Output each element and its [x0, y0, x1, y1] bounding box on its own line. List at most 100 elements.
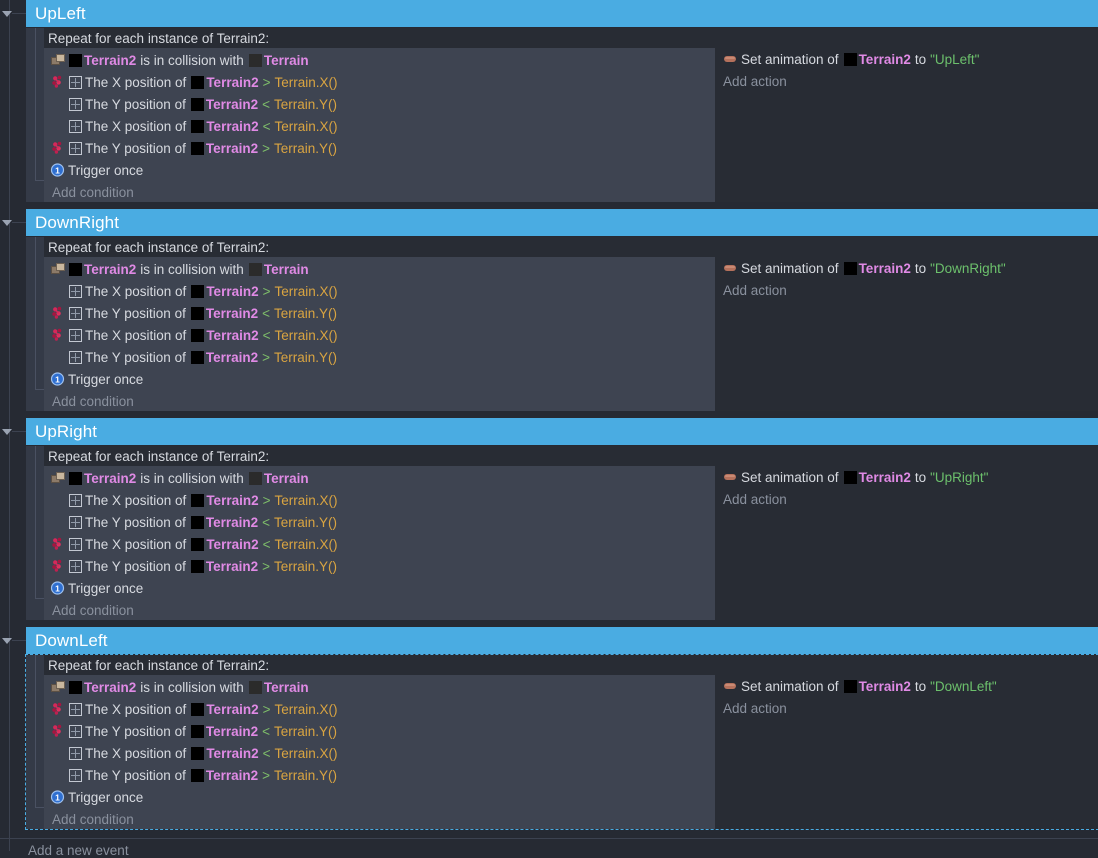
group-header-downright[interactable]: DownRight	[26, 209, 1098, 236]
set-animation-icon	[723, 469, 739, 485]
collision-icon	[50, 261, 66, 277]
condition-object-name: Terrain2	[84, 470, 137, 486]
icon-spacer	[50, 118, 66, 134]
add-condition-link[interactable]: Add condition	[44, 390, 715, 412]
action-row[interactable]: Set animation of Terrain2 to "UpRight"	[715, 466, 1098, 488]
object-swatch-terrain2	[190, 306, 204, 320]
group-collapse-arrow[interactable]	[2, 638, 12, 644]
loop-header[interactable]: Repeat for each instance of Terrain2:	[44, 28, 1098, 48]
condition-row[interactable]: The X position of Terrain2 < Terrain.X()	[44, 324, 715, 346]
condition-text: Trigger once	[68, 162, 144, 178]
condition-expression: Terrain.Y()	[274, 558, 338, 574]
action-value: "UpLeft"	[930, 51, 980, 67]
action-value: "DownRight"	[930, 260, 1006, 276]
condition-row[interactable]: The X position of Terrain2 < Terrain.X()	[44, 533, 715, 555]
add-action-link[interactable]: Add action	[715, 488, 1098, 510]
object-swatch-terrain2	[190, 141, 204, 155]
add-action-link[interactable]: Add action	[715, 697, 1098, 719]
condition-expression: Terrain.Y()	[274, 140, 338, 156]
condition-operator: <	[262, 327, 271, 343]
loop-header-text: Repeat for each instance of Terrain2:	[48, 30, 270, 46]
loop-header[interactable]: Repeat for each instance of Terrain2:	[44, 655, 1098, 675]
add-condition-link[interactable]: Add condition	[44, 599, 715, 621]
object-swatch-terrain2	[191, 119, 205, 133]
add-action-link[interactable]: Add action	[715, 279, 1098, 301]
loop-header[interactable]: Repeat for each instance of Terrain2:	[44, 237, 1098, 257]
condition-operator: <	[262, 536, 271, 552]
condition-row[interactable]: The Y position of Terrain2 > Terrain.Y()	[44, 346, 715, 368]
icon-spacer	[50, 514, 66, 530]
trigger-once-icon: 1	[50, 162, 66, 178]
actions-pane: Set animation of Terrain2 to "DownRight" Add…	[715, 257, 1098, 411]
condition-row[interactable]: The X position of Terrain2 < Terrain.X()	[44, 742, 715, 764]
condition-row[interactable]: The Y position of Terrain2 < Terrain.Y()	[44, 302, 715, 324]
condition-row[interactable]: 1 Trigger once	[44, 368, 715, 390]
icon-spacer	[50, 283, 66, 299]
group-title: UpLeft	[35, 4, 86, 23]
group-header-upleft[interactable]: UpLeft	[26, 0, 1098, 27]
condition-operator: <	[262, 514, 270, 530]
add-condition-link[interactable]: Add condition	[44, 808, 715, 830]
loop-header-text: Repeat for each instance of Terrain2:	[48, 239, 270, 255]
icon-spacer	[50, 492, 66, 508]
condition-row[interactable]: The X position of Terrain2 > Terrain.X()	[44, 698, 715, 720]
condition-row[interactable]: The Y position of Terrain2 > Terrain.Y()	[44, 137, 715, 159]
collision-icon	[50, 679, 66, 695]
group-header-upright[interactable]: UpRight	[26, 418, 1098, 445]
object-swatch-terrain2	[191, 328, 205, 342]
event-block[interactable]: Repeat for each instance of Terrain2: Ter…	[26, 28, 1098, 202]
condition-text: The Y position of	[85, 723, 186, 739]
condition-text: Trigger once	[68, 580, 144, 596]
group-header-downleft[interactable]: DownLeft	[26, 627, 1098, 654]
action-row[interactable]: Set animation of Terrain2 to "DownLeft"	[715, 675, 1098, 697]
instance-compare-icon	[50, 305, 66, 321]
event-block[interactable]: Repeat for each instance of Terrain2: Ter…	[26, 237, 1098, 411]
action-connector: to	[914, 51, 927, 67]
condition-row[interactable]: The Y position of Terrain2 > Terrain.Y()	[44, 764, 715, 786]
condition-row[interactable]: 1 Trigger once	[44, 577, 715, 599]
group-collapse-arrow[interactable]	[2, 429, 12, 435]
condition-row[interactable]: The X position of Terrain2 > Terrain.X()	[44, 71, 715, 93]
add-condition-link[interactable]: Add condition	[44, 181, 715, 203]
condition-row[interactable]: Terrain2 is in collision with Terrain	[44, 467, 715, 489]
condition-row[interactable]: 1 Trigger once	[44, 786, 715, 808]
condition-row[interactable]: The X position of Terrain2 < Terrain.X()	[44, 115, 715, 137]
group-collapse-arrow[interactable]	[2, 11, 12, 17]
condition-expression: Terrain.X()	[274, 492, 338, 508]
condition-row[interactable]: The Y position of Terrain2 < Terrain.Y()	[44, 720, 715, 742]
condition-operator: >	[262, 701, 271, 717]
loop-header-text: Repeat for each instance of Terrain2:	[48, 657, 270, 673]
action-row[interactable]: Set animation of Terrain2 to "DownRight"	[715, 257, 1098, 279]
object-swatch-terrain2	[843, 52, 857, 66]
group-title: DownLeft	[35, 631, 108, 650]
object-swatch-terrain2	[69, 262, 82, 276]
add-action-link[interactable]: Add action	[715, 70, 1098, 92]
left-gutter	[0, 0, 22, 851]
condition-object-name: Terrain2	[205, 305, 259, 321]
loop-header[interactable]: Repeat for each instance of Terrain2:	[44, 446, 1098, 466]
event-block[interactable]: Repeat for each instance of Terrain2: Ter…	[26, 446, 1098, 620]
condition-text: The Y position of	[85, 140, 186, 156]
condition-row[interactable]: The Y position of Terrain2 < Terrain.Y()	[44, 93, 715, 115]
event-block[interactable]: Repeat for each instance of Terrain2: Ter…	[25, 654, 1098, 830]
condition-row[interactable]: The X position of Terrain2 > Terrain.X()	[44, 280, 715, 302]
condition-row[interactable]: The Y position of Terrain2 > Terrain.Y()	[44, 555, 715, 577]
condition-text: The Y position of	[85, 767, 186, 783]
action-row[interactable]: Set animation of Terrain2 to "UpLeft"	[715, 48, 1098, 70]
condition-object-name: Terrain2	[205, 349, 259, 365]
condition-row[interactable]: The X position of Terrain2 > Terrain.X()	[44, 489, 715, 511]
object-swatch-terrain	[248, 262, 262, 276]
instance-compare-icon	[50, 536, 66, 552]
condition-operator: >	[262, 767, 270, 783]
condition-row[interactable]: Terrain2 is in collision with Terrain	[44, 258, 715, 280]
condition-row[interactable]: 1 Trigger once	[44, 159, 715, 181]
action-connector: to	[914, 469, 927, 485]
condition-row[interactable]: The Y position of Terrain2 < Terrain.Y()	[44, 511, 715, 533]
condition-row[interactable]: Terrain2 is in collision with Terrain	[44, 676, 715, 698]
group-collapse-arrow[interactable]	[2, 220, 12, 226]
condition-row[interactable]: Terrain2 is in collision with Terrain	[44, 49, 715, 71]
trigger-once-icon: 1	[50, 371, 66, 387]
condition-object-name: Terrain2	[205, 140, 259, 156]
condition-operator: <	[262, 118, 271, 134]
condition-text: Trigger once	[68, 371, 144, 387]
